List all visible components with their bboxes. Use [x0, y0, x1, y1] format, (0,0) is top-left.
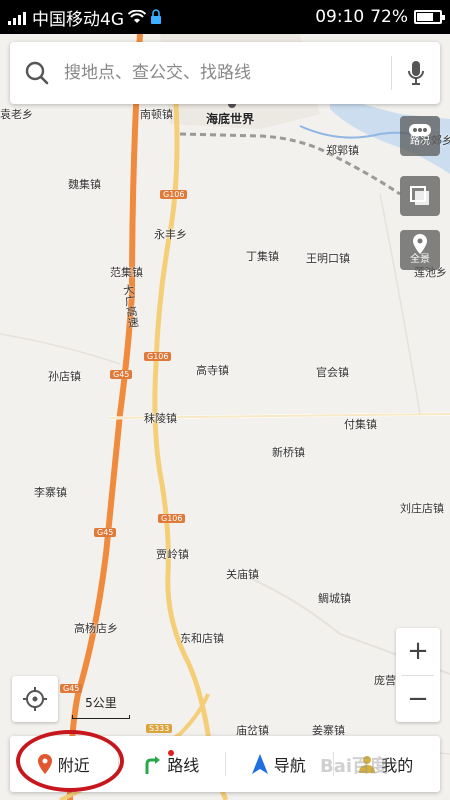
map-canvas[interactable]: 南顿镇 海底世界 袁老乡 郑郭镇 北郊乡 魏集镇 永丰乡 丁集镇 王明口镇 莲池…	[0, 34, 450, 800]
traffic-button[interactable]: 路况	[400, 116, 440, 156]
road-shield: G106	[144, 352, 172, 361]
place-label: 付集镇	[344, 418, 377, 431]
road-shield: G45	[94, 528, 117, 537]
place-label: 范集镇	[110, 266, 143, 279]
user-icon	[359, 756, 376, 773]
place-label: 海底世界	[206, 112, 255, 126]
map-scale: 5公里	[72, 694, 130, 719]
place-label: 关庙镇	[226, 568, 259, 581]
clock: 09:10	[315, 7, 365, 27]
carrier-label: 中国移动4G	[32, 9, 124, 30]
place-label: 李寨镇	[34, 486, 67, 499]
location-pin-icon	[37, 754, 52, 774]
road-shield: G106	[158, 514, 186, 523]
place-label: 魏集镇	[68, 178, 101, 191]
place-label: 南顿镇	[140, 108, 173, 121]
scale-bar	[72, 715, 130, 719]
microphone-icon[interactable]	[406, 59, 426, 87]
panorama-button[interactable]: 全景	[400, 230, 440, 270]
place-label: 新桥镇	[272, 446, 305, 459]
search-bar[interactable]	[10, 42, 440, 104]
signal-icon	[8, 9, 26, 25]
zoom-out-button[interactable]: −	[396, 676, 440, 723]
place-label: 袁老乡	[0, 108, 33, 121]
battery-percent: 72%	[370, 7, 408, 27]
notification-dot	[167, 750, 174, 756]
tab-mine[interactable]: 我的	[332, 736, 441, 792]
locate-button[interactable]	[12, 676, 58, 722]
search-divider	[391, 56, 392, 90]
road-shield: G106	[160, 190, 188, 199]
road-shield: G45	[110, 370, 133, 379]
layers-icon	[410, 186, 429, 205]
layers-button[interactable]	[400, 176, 440, 216]
tab-route[interactable]: 路线	[117, 736, 226, 792]
tab-navigate-label: 导航	[273, 756, 306, 775]
panorama-label: 全景	[410, 254, 430, 265]
traffic-icon	[409, 124, 431, 136]
place-label: 高杨店乡	[74, 622, 118, 635]
place-label: 鲷城镇	[318, 592, 351, 605]
traffic-label: 路况	[410, 136, 430, 147]
place-label: 高寺镇	[196, 364, 229, 377]
zoom-control: + −	[396, 628, 440, 722]
navigation-arrow-icon	[251, 754, 268, 774]
place-label: 庞营	[374, 674, 396, 687]
place-label: 秣陵镇	[144, 412, 177, 425]
place-label: 永丰乡	[154, 228, 187, 241]
bottom-nav: 附近 路线 导航 我的	[10, 736, 440, 792]
status-bar: 中国移动4G 09:10 72%	[0, 0, 450, 34]
place-label: 刘庄店镇	[400, 502, 444, 515]
tab-mine-label: 我的	[381, 756, 414, 775]
place-label: 贾岭镇	[156, 548, 189, 561]
crosshair-icon	[23, 687, 47, 711]
tab-nearby[interactable]: 附近	[10, 736, 118, 792]
lock-icon	[151, 9, 161, 24]
route-icon	[145, 756, 161, 774]
location-pin-icon	[413, 234, 427, 254]
place-label: 孙店镇	[48, 370, 81, 383]
place-label: 郑郭镇	[326, 144, 359, 157]
battery-icon	[414, 10, 445, 24]
place-label: 官会镇	[316, 366, 349, 379]
tab-nearby-label: 附近	[57, 756, 90, 775]
road-shield: G45	[60, 684, 83, 693]
wifi-icon	[128, 10, 146, 23]
tab-navigate[interactable]: 导航	[225, 736, 333, 792]
scale-label: 5公里	[85, 696, 117, 710]
place-label: 丁集镇	[246, 250, 279, 263]
place-label: 东和店镇	[180, 632, 224, 645]
road-shield: S333	[146, 724, 173, 733]
search-icon	[25, 61, 49, 85]
search-input[interactable]	[64, 63, 377, 83]
zoom-in-button[interactable]: +	[396, 628, 440, 675]
place-label: 王明口镇	[306, 252, 350, 265]
